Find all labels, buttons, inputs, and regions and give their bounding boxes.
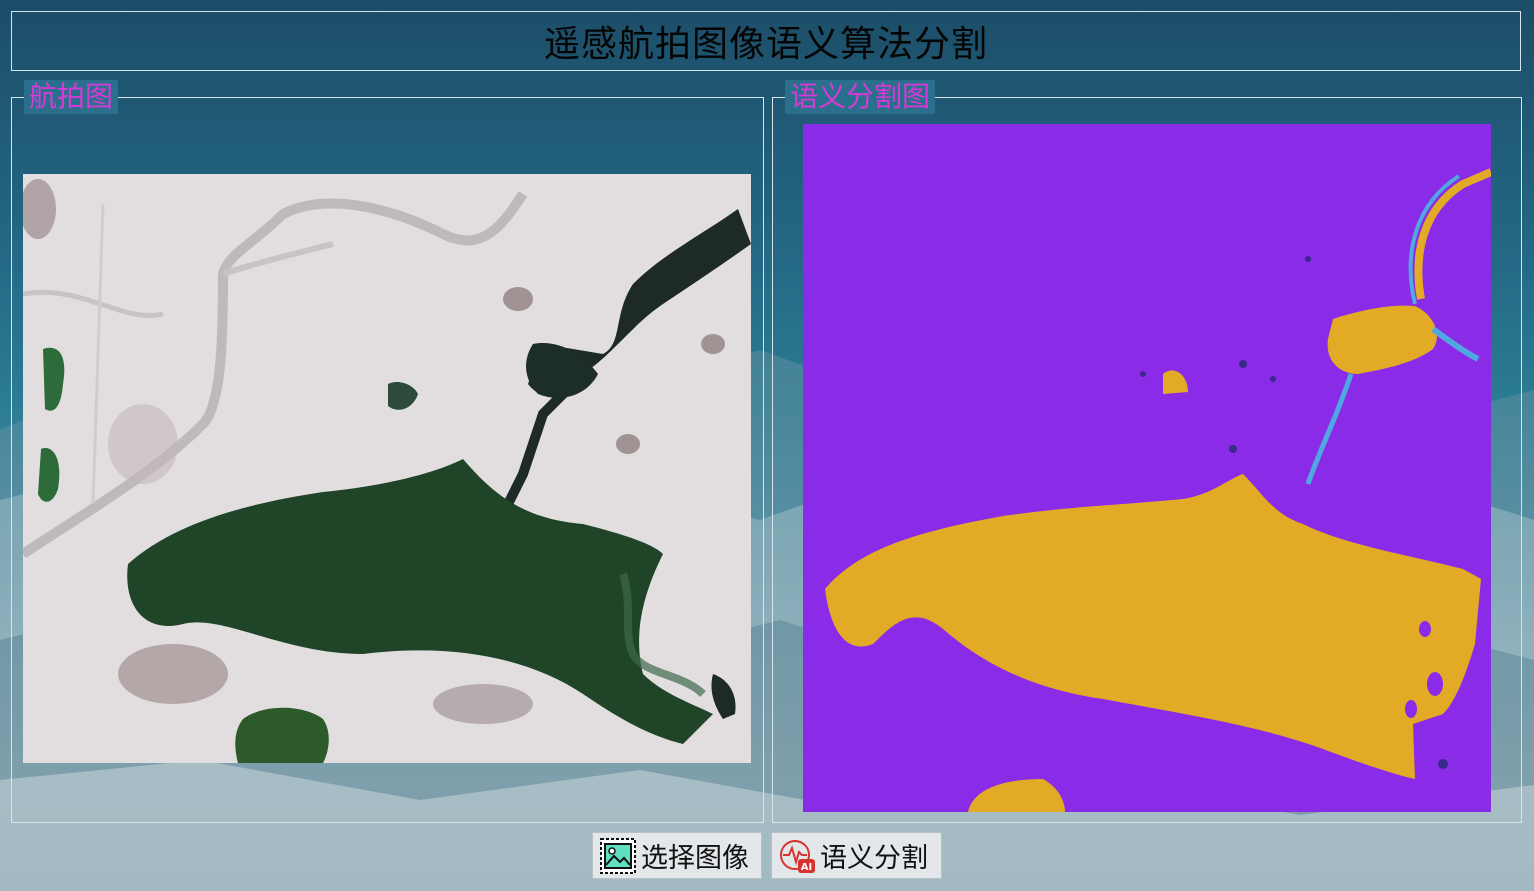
select-image-button[interactable]: 选择图像	[592, 832, 762, 879]
aerial-panel-label: 航拍图	[24, 80, 119, 114]
image-picture-icon	[600, 837, 636, 874]
segmentation-image	[803, 124, 1493, 812]
segment-button[interactable]: AI 语义分割	[771, 832, 942, 879]
select-image-label: 选择图像	[641, 843, 749, 874]
ai-waveform-icon: AI	[780, 839, 815, 873]
title-bar: 遥感航拍图像语义算法分割	[11, 11, 1521, 71]
aerial-image	[20, 174, 751, 763]
app-title: 遥感航拍图像语义算法分割	[543, 24, 988, 65]
segment-label: 语义分割	[820, 843, 928, 874]
svg-text:AI: AI	[801, 862, 812, 873]
segmentation-panel-label: 语义分割图	[785, 80, 936, 114]
